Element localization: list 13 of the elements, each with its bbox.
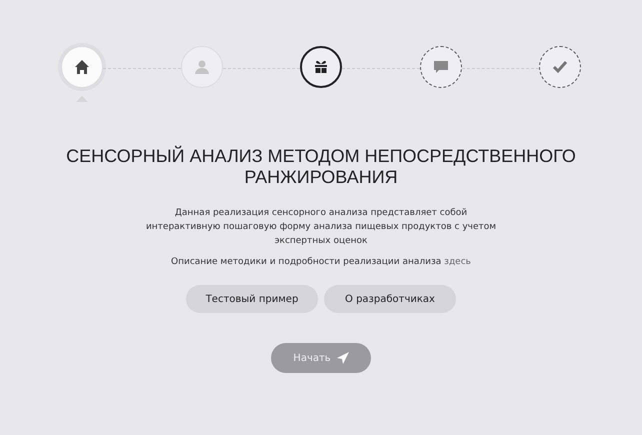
paper-plane-icon [336, 352, 349, 364]
page-title: СЕНСОРНЫЙ АНАЛИЗ МЕТОДОМ НЕПОСРЕДСТВЕННОГО РАНЖИРОВАНИЯ [65, 146, 577, 188]
details-text: Описание методики и подробности реализации анализа [171, 257, 442, 267]
check-icon [552, 59, 568, 75]
step-button[interactable] [300, 46, 342, 88]
description-text: Данная реализация сенсорного анализа представляет собой интерактивную пошаговую форму анализа пищевых продуктов с учетом экспертных оценок [144, 207, 498, 248]
home-icon [74, 59, 90, 75]
gift-icon [313, 59, 329, 75]
details-link[interactable]: здесь [444, 257, 471, 267]
action-button[interactable]: Тестовый пример [186, 285, 318, 313]
action-button[interactable]: О разработчиках [324, 285, 456, 313]
chat-icon [432, 59, 448, 75]
user-icon [194, 59, 210, 75]
